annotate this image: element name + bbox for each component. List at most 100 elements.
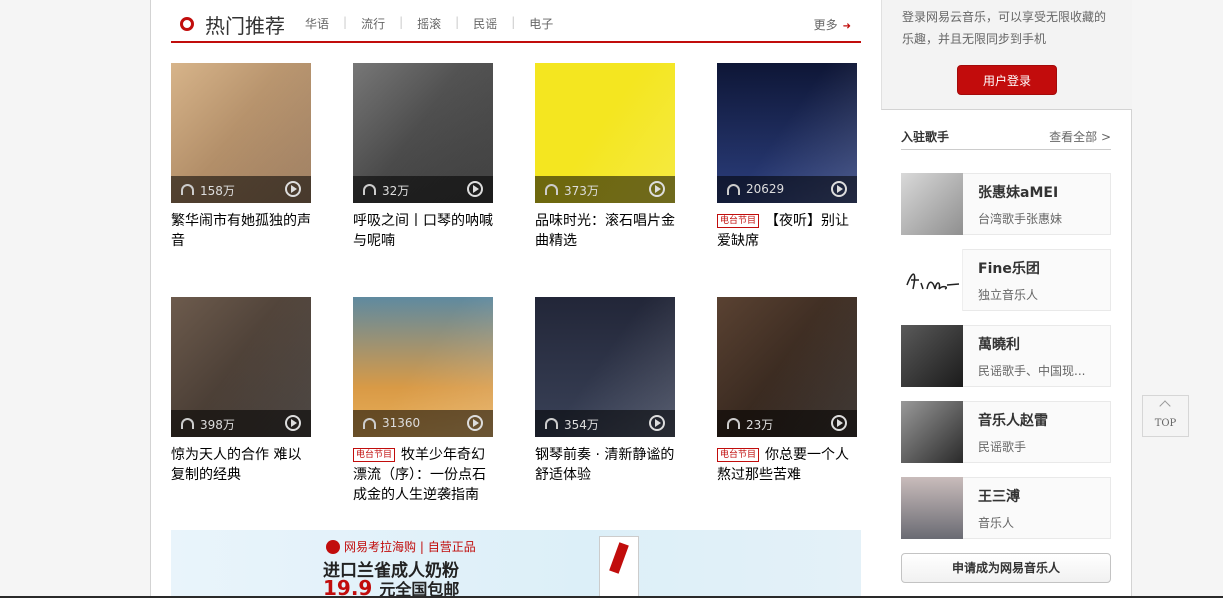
playlist-cover[interactable]: 373万	[535, 63, 675, 203]
artist-desc: 民谣歌手、中国现...	[978, 364, 1086, 378]
page-container: 热门推荐 华语 | 流行 | 摇滚 | 民谣 | 电子 更多 ➜ 158万 繁华…	[150, 0, 1132, 597]
playlist-title[interactable]: 呼吸之间丨口琴的呐喊与呢喃	[353, 211, 493, 251]
playlist-cover[interactable]: 398万	[171, 297, 311, 437]
artist-desc: 台湾歌手张惠妹	[978, 212, 1063, 226]
artist-item[interactable]: 王三溥 音乐人	[901, 477, 1111, 539]
tab-dianzi[interactable]: 电子	[529, 15, 553, 32]
login-text: 登录网易云音乐，可以享受无限收藏的乐趣，并且无限同步到手机	[902, 10, 1107, 46]
artist-name[interactable]: 王三溥	[978, 486, 1020, 506]
artist-name[interactable]: 张惠妹aMEI	[978, 182, 1058, 202]
playlist-title-text: 惊为天人的合作 难以复制的经典	[171, 447, 302, 483]
cover-bar: 354万	[535, 410, 675, 437]
cover-bar: 31360	[353, 410, 493, 437]
hot-circle-icon	[180, 17, 194, 31]
playlist-card[interactable]: 23万 电台节目 你总要一个人熬过那些苦难	[717, 297, 857, 485]
apply-musician-button[interactable]: 申请成为网易音乐人	[901, 553, 1111, 583]
fine-logo-icon	[906, 273, 960, 290]
tab-divider: |	[343, 15, 348, 29]
tab-yaogun[interactable]: 摇滚	[417, 15, 441, 32]
playlist-title[interactable]: 电台节目 你总要一个人熬过那些苦难	[717, 445, 857, 485]
headphones-icon	[727, 184, 740, 195]
back-to-top-label: TOP	[1154, 418, 1177, 429]
playlist-title[interactable]: 钢琴前奏 · 清新静谧的舒适体验	[535, 445, 675, 485]
artist-item[interactable]: 张惠妹aMEI 台湾歌手张惠妹	[901, 173, 1111, 235]
playlist-cover[interactable]: 23万	[717, 297, 857, 437]
sidebar: 登录网易云音乐，可以享受无限收藏的乐趣，并且无限同步到手机 用户登录 入驻歌手 …	[881, 0, 1132, 597]
ad-brand: 网易考拉海购 | 自营正品	[326, 538, 476, 555]
playlist-card[interactable]: 373万 品味时光：滚石唱片金曲精选	[535, 63, 675, 251]
tab-huayu[interactable]: 华语	[305, 15, 329, 32]
carton-label	[609, 542, 629, 574]
hot-recommend-header: 热门推荐 华语 | 流行 | 摇滚 | 民谣 | 电子 更多 ➜	[171, 8, 861, 43]
headphones-icon	[545, 184, 558, 195]
play-icon[interactable]	[831, 415, 847, 431]
play-icon[interactable]	[467, 181, 483, 197]
headphones-icon	[727, 418, 740, 429]
ad-price: 19.9 元全国包邮	[323, 576, 459, 597]
radio-badge: 电台节目	[353, 448, 396, 462]
headphones-icon	[181, 184, 194, 195]
playlist-card[interactable]: 398万 惊为天人的合作 难以复制的经典	[171, 297, 311, 485]
kaola-logo-icon	[326, 540, 340, 554]
more-link[interactable]: 更多 ➜	[814, 16, 851, 33]
artist-name[interactable]: Fine乐团	[978, 258, 1040, 278]
artist-name[interactable]: 音乐人赵雷	[978, 410, 1048, 430]
play-icon[interactable]	[285, 181, 301, 197]
artist-section-title: 入驻歌手	[901, 130, 950, 144]
playlist-title[interactable]: 繁华闹市有她孤独的声音	[171, 211, 311, 251]
cover-bar: 32万	[353, 176, 493, 203]
play-icon[interactable]	[285, 415, 301, 431]
play-count: 354万	[564, 418, 599, 432]
playlist-card[interactable]: 158万 繁华闹市有她孤独的声音	[171, 63, 311, 251]
radio-badge: 电台节目	[717, 214, 760, 228]
ad-tag: 自营正品	[427, 540, 476, 554]
tab-divider: |	[399, 15, 404, 29]
section-title: 热门推荐	[205, 14, 285, 38]
playlist-card[interactable]: 354万 钢琴前奏 · 清新静谧的舒适体验	[535, 297, 675, 485]
tab-minyao[interactable]: 民谣	[473, 15, 497, 32]
playlist-card[interactable]: 20629 电台节目 【夜听】别让爱缺席	[717, 63, 857, 251]
radio-badge: 电台节目	[717, 448, 760, 462]
playlist-card[interactable]: 32万 呼吸之间丨口琴的呐喊与呢喃	[353, 63, 493, 251]
artist-name[interactable]: 萬曉利	[978, 334, 1020, 354]
artist-item[interactable]: 音乐人赵雷 民谣歌手	[901, 401, 1111, 463]
play-icon[interactable]	[649, 181, 665, 197]
artist-desc: 音乐人	[978, 516, 1015, 530]
artist-item[interactable]: Fine乐团 独立音乐人	[901, 249, 1111, 311]
cover-bar: 23万	[717, 410, 857, 437]
playlist-card[interactable]: 31360 电台节目 牧羊少年奇幻漂流（序）：一份点石成金的人生逆袭指南	[353, 297, 493, 505]
playlist-title-text: 钢琴前奏 · 清新静谧的舒适体验	[535, 447, 675, 483]
play-icon[interactable]	[649, 415, 665, 431]
milk-carton-image	[599, 536, 639, 597]
playlist-cover[interactable]: 20629	[717, 63, 857, 203]
playlist-cover[interactable]: 158万	[171, 63, 311, 203]
tab-liuxing[interactable]: 流行	[361, 15, 385, 32]
play-icon[interactable]	[831, 181, 847, 197]
playlist-cover[interactable]: 354万	[535, 297, 675, 437]
artist-photo	[901, 249, 963, 311]
playlist-cover[interactable]: 31360	[353, 297, 493, 437]
artist-desc: 民谣歌手	[978, 440, 1027, 454]
artist-photo	[901, 325, 963, 387]
playlist-title[interactable]: 惊为天人的合作 难以复制的经典	[171, 445, 311, 485]
login-box: 登录网易云音乐，可以享受无限收藏的乐趣，并且无限同步到手机 用户登录	[881, 0, 1132, 110]
login-button[interactable]: 用户登录	[957, 65, 1057, 95]
ad-banner[interactable]: 网易考拉海购 | 自营正品 进口兰雀成人奶粉 19.9 元全国包邮	[171, 530, 861, 597]
cover-bar: 373万	[535, 176, 675, 203]
play-icon[interactable]	[467, 415, 483, 431]
artist-photo	[901, 173, 963, 235]
playlist-title[interactable]: 电台节目 牧羊少年奇幻漂流（序）：一份点石成金的人生逆袭指南	[353, 445, 493, 505]
playlist-title[interactable]: 电台节目 【夜听】别让爱缺席	[717, 211, 857, 251]
view-all-link[interactable]: 查看全部 >	[1049, 128, 1111, 145]
play-count: 158万	[200, 184, 235, 198]
artist-item[interactable]: 萬曉利 民谣歌手、中国现...	[901, 325, 1111, 387]
play-count: 31360	[382, 416, 421, 430]
playlist-title[interactable]: 品味时光：滚石唱片金曲精选	[535, 211, 675, 251]
back-to-top-button[interactable]: TOP	[1142, 395, 1189, 437]
ad-brand-text: 网易考拉海购	[344, 540, 417, 554]
playlist-cover[interactable]: 32万	[353, 63, 493, 203]
arrow-right-icon: ➜	[842, 21, 851, 32]
artist-desc: 独立音乐人	[978, 288, 1039, 302]
artist-header: 入驻歌手 查看全部 >	[901, 125, 1111, 150]
artist-photo	[901, 401, 963, 463]
